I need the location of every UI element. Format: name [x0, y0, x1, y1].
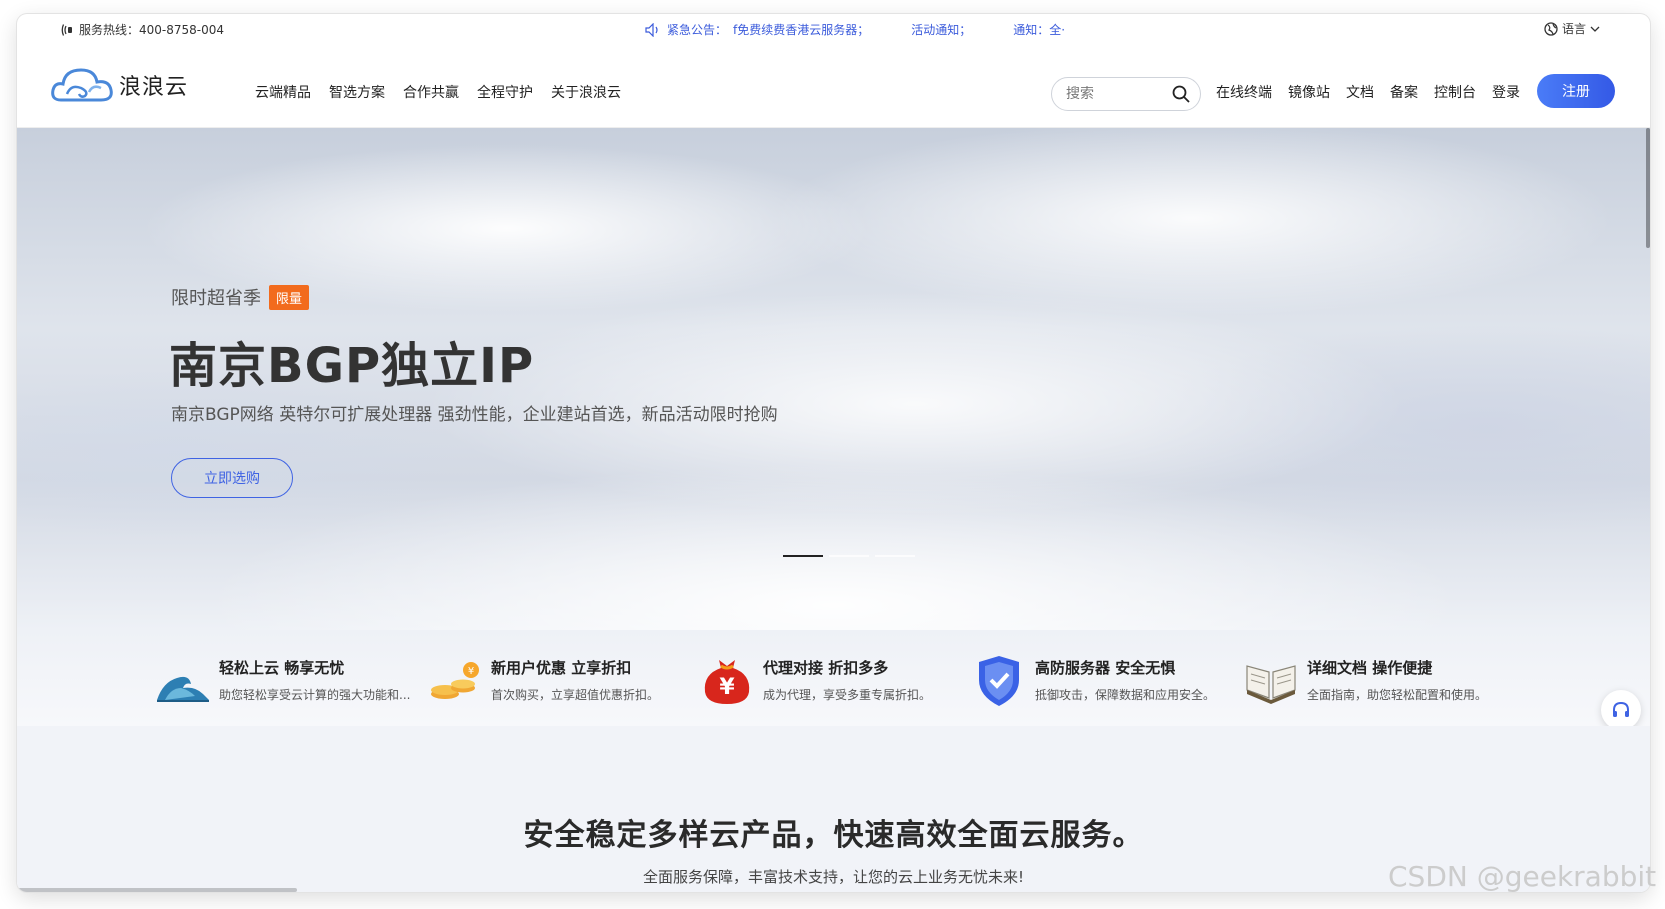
search-icon[interactable] [1172, 85, 1190, 103]
login-link[interactable]: 登录 [1492, 82, 1520, 102]
top-info-bar: 服务热线：400-8758-004 紧急公告： f免费续费香港云服务器； 活动通… [17, 14, 1650, 42]
carousel-dot-2[interactable] [829, 555, 869, 557]
carousel-dot-1[interactable] [783, 555, 823, 557]
hero-tag-text: 限时超省季 [171, 288, 261, 309]
feature-item[interactable]: 高防服务器 安全无惧 抵御攻击，保障数据和应用安全。 [971, 630, 1243, 726]
feature-item[interactable]: 详细文档 操作便捷 全面指南，助您轻松配置和使用。 [1243, 630, 1515, 726]
search-input[interactable] [1066, 86, 1162, 102]
carousel-dot-3[interactable] [875, 555, 915, 557]
feature-item[interactable]: ¥ 代理对接 折扣多多 成为代理，享受多重专属折扣。 [699, 630, 971, 726]
nav-item-solutions[interactable]: 智选方案 [329, 82, 385, 102]
main-header: 浪浪云 云端精品 智选方案 合作共赢 全程守护 关于浪浪云 在线终端 镜像站 文… [17, 42, 1650, 128]
feature-desc: 全面指南，助您轻松配置和使用。 [1307, 688, 1488, 702]
carousel-indicators [783, 555, 915, 557]
feature-desc: 助您轻松享受云计算的强大功能和... [219, 688, 411, 702]
nav-item-protection[interactable]: 全程守护 [477, 82, 533, 102]
notify-notice[interactable]: 通知：全· [1013, 21, 1065, 38]
svg-text:¥: ¥ [719, 675, 735, 700]
notice-ticker[interactable]: 紧急公告： f免费续费香港云服务器； 活动通知； 通知：全· [645, 21, 1065, 38]
activity-notice[interactable]: 活动通知； [911, 21, 971, 38]
globe-icon [1544, 21, 1558, 36]
limited-badge: 限量 [269, 284, 310, 310]
nav-item-about[interactable]: 关于浪浪云 [551, 82, 621, 102]
nav-item-mirror[interactable]: 镜像站 [1288, 82, 1330, 102]
site-logo[interactable]: 浪浪云 [51, 64, 188, 106]
feature-desc: 首次购买，立享超值优惠折扣。 [491, 688, 660, 702]
feature-item[interactable]: ¥ 新用户优惠 立享折扣 首次购买，立享超值优惠折扣。 [427, 630, 699, 726]
vertical-scrollbar[interactable] [1646, 128, 1650, 248]
book-icon [1246, 665, 1296, 704]
hero-subtitle: 南京BGP网络 英特尔可扩展处理器 强劲性能，企业建站首选，新品活动限时抢购 [171, 405, 778, 425]
nav-item-filing[interactable]: 备案 [1390, 82, 1418, 102]
wave-icon [157, 676, 209, 702]
feature-title: 新用户优惠 立享折扣 [491, 659, 632, 677]
hero-tag: 限时超省季 限量 [171, 284, 310, 310]
notice-text[interactable]: f免费续费香港云服务器； [733, 21, 869, 38]
feature-strip: 轻松上云 畅享无忧 助您轻松享受云计算的强大功能和... ¥ 新用户优惠 立享折… [17, 630, 1650, 726]
hero-banner: 限时超省季 限量 南京BGP独立IP 南京BGP网络 英特尔可扩展处理器 强劲性… [17, 128, 1650, 630]
notice-label: 紧急公告： [667, 23, 728, 37]
language-label: 语言 [1561, 22, 1586, 36]
headset-icon [1613, 701, 1629, 717]
hotline-text: 服务热线：400-8758-004 [79, 23, 225, 37]
svg-text:¥: ¥ [468, 666, 474, 677]
hotline: 服务热线：400-8758-004 [61, 21, 224, 38]
nav-item-terminal[interactable]: 在线终端 [1216, 82, 1272, 102]
feature-title: 高防服务器 安全无惧 [1035, 659, 1176, 677]
nav-item-console[interactable]: 控制台 [1434, 82, 1476, 102]
feature-desc: 成为代理，享受多重专属折扣。 [763, 688, 932, 702]
cloud-logo-icon [51, 68, 113, 102]
register-button[interactable]: 注册 [1537, 74, 1615, 108]
feature-title: 轻松上云 畅享无忧 [219, 659, 345, 677]
phone-signal-icon [61, 23, 72, 36]
speaker-icon [645, 22, 658, 37]
feature-item[interactable]: 轻松上云 畅享无忧 助您轻松享受云计算的强大功能和... [155, 630, 427, 726]
language-switcher[interactable]: 语言 [1544, 20, 1600, 37]
feature-title: 代理对接 折扣多多 [763, 659, 889, 677]
feature-desc: 抵御攻击，保障数据和应用安全。 [1035, 688, 1216, 702]
hero-title: 南京BGP独立IP [169, 338, 535, 394]
logo-text: 浪浪云 [119, 75, 189, 100]
customer-service-button[interactable] [1601, 690, 1641, 730]
feature-title: 详细文档 操作便捷 [1307, 659, 1433, 677]
nav-item-partners[interactable]: 合作共赢 [403, 82, 459, 102]
nav-item-cloud-products[interactable]: 云端精品 [255, 82, 311, 102]
buy-now-button[interactable]: 立即选购 [171, 458, 293, 498]
shield-icon [979, 656, 1019, 706]
utility-nav: 在线终端 镜像站 文档 备案 控制台 登录 [1216, 82, 1520, 102]
coins-icon: ¥ [431, 662, 479, 699]
main-nav: 云端精品 智选方案 合作共赢 全程守护 关于浪浪云 [255, 82, 621, 102]
money-bag-icon: ¥ [704, 660, 750, 704]
search-box[interactable] [1051, 77, 1201, 111]
watermark: CSDN @geekrabbit [1388, 860, 1657, 893]
section-title: 安全稳定多样云产品，快速高效全面云服务。 [523, 818, 1144, 853]
chevron-down-icon [1590, 26, 1600, 32]
nav-item-docs[interactable]: 文档 [1346, 82, 1374, 102]
horizontal-scrollbar[interactable] [17, 888, 297, 892]
browser-window: 服务热线：400-8758-004 紧急公告： f免费续费香港云服务器； 活动通… [17, 14, 1650, 892]
